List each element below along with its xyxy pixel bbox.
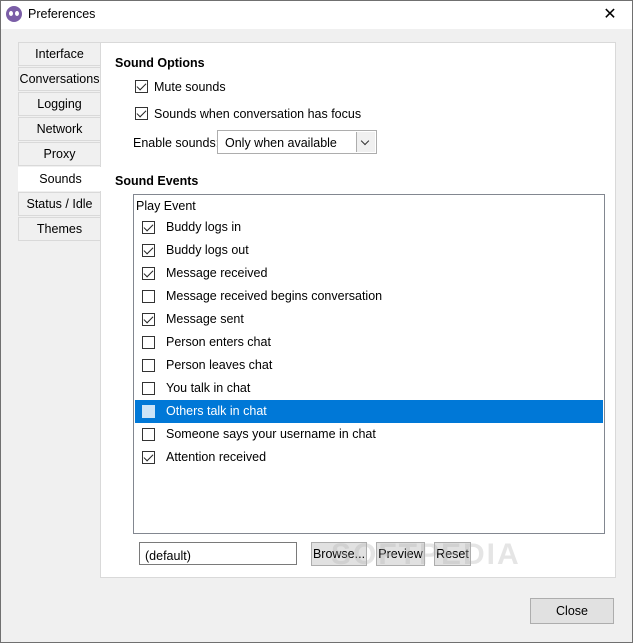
event-checkbox[interactable] [142,290,155,303]
browse-button[interactable]: Browse... [311,542,367,566]
reset-button[interactable]: Reset [434,542,471,566]
event-checkbox[interactable] [142,313,155,326]
mute-sounds-checkbox[interactable] [135,80,148,93]
list-item[interactable]: Person leaves chat [135,354,603,377]
tab-conversations[interactable]: Conversations [18,67,100,91]
event-label: Message received [166,266,268,280]
event-label: Buddy logs in [166,220,242,234]
sound-events-list[interactable]: Play Event Buddy logs in Buddy logs out … [133,194,605,534]
enable-sounds-value: Only when available [225,136,337,150]
tab-interface[interactable]: Interface [18,42,100,66]
focus-sounds-label: Sounds when conversation has focus [154,107,362,121]
event-label: Person enters chat [166,335,271,349]
event-label: Others talk in chat [166,404,267,418]
event-checkbox[interactable] [142,428,155,441]
list-item[interactable]: You talk in chat [135,377,603,400]
event-checkbox[interactable] [142,244,155,257]
event-checkbox[interactable] [142,336,155,349]
tab-list: Interface Conversations Logging Network … [18,42,102,242]
tab-status-idle[interactable]: Status / Idle [18,192,100,216]
list-item[interactable]: Message received [135,262,603,285]
event-checkbox[interactable] [142,382,155,395]
enable-sounds-label: Enable sounds: [133,136,220,150]
event-label: Person leaves chat [166,358,273,372]
event-label: Someone says your username in chat [166,427,376,441]
event-checkbox[interactable] [142,405,155,418]
sound-file-field[interactable] [139,542,297,565]
app-icon [6,6,22,22]
list-item[interactable]: Attention received [135,446,603,469]
sound-events-title: Sound Events [115,174,199,188]
event-label: You talk in chat [166,381,251,395]
close-button[interactable]: Close [530,598,614,624]
event-checkbox[interactable] [142,267,155,280]
event-label: Buddy logs out [166,243,249,257]
mute-sounds-label: Mute sounds [154,80,226,94]
enable-sounds-select[interactable]: Only when available [217,130,377,154]
list-item[interactable]: Buddy logs out [135,239,603,262]
list-item-selected[interactable]: Others talk in chat [135,400,603,423]
list-item[interactable]: Buddy logs in [135,216,603,239]
event-checkbox[interactable] [142,359,155,372]
chevron-down-icon[interactable] [356,132,375,152]
preview-button[interactable]: Preview [376,542,425,566]
title-bar: Preferences ✕ [1,1,632,29]
sound-options-title: Sound Options [115,56,205,70]
list-item[interactable]: Someone says your username in chat [135,423,603,446]
close-icon[interactable]: ✕ [588,1,632,29]
window-title: Preferences [28,7,96,21]
event-label: Message sent [166,312,244,326]
tab-sounds[interactable]: Sounds [18,167,102,191]
list-item[interactable]: Person enters chat [135,331,603,354]
preferences-window: Preferences ✕ Interface Conversations Lo… [0,0,633,643]
tab-themes[interactable]: Themes [18,217,100,241]
tab-proxy[interactable]: Proxy [18,142,100,166]
list-item[interactable]: Message received begins conversation [135,285,603,308]
list-header-play-event: Play Event [136,199,196,213]
event-label: Attention received [166,450,267,464]
event-checkbox[interactable] [142,221,155,234]
tab-logging[interactable]: Logging [18,92,100,116]
focus-sounds-checkbox[interactable] [135,107,148,120]
tab-network[interactable]: Network [18,117,100,141]
event-checkbox[interactable] [142,451,155,464]
event-label: Message received begins conversation [166,289,383,303]
list-item[interactable]: Message sent [135,308,603,331]
